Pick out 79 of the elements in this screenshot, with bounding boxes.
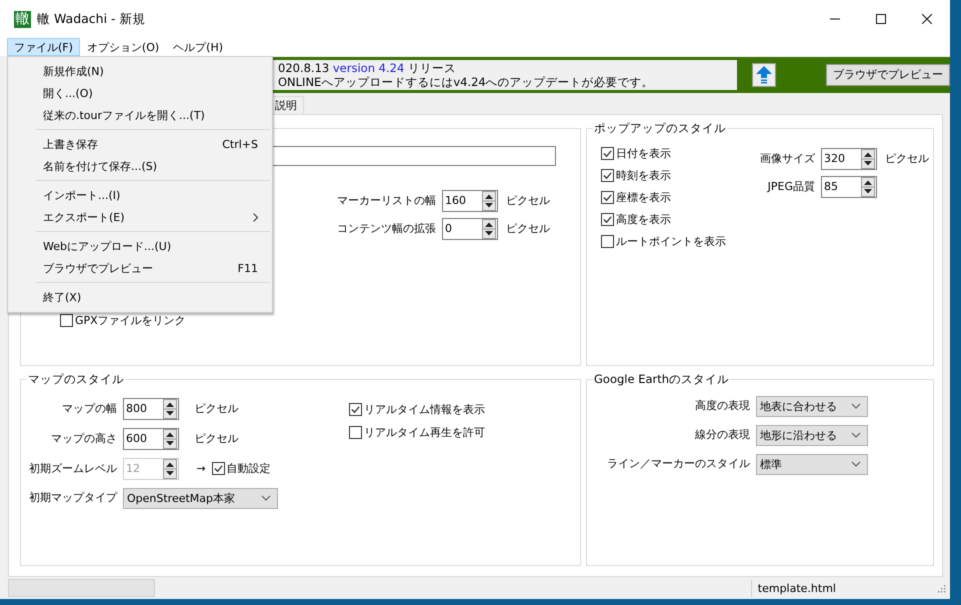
- menu-item[interactable]: 上書き保存 Ctrl+S: [8, 133, 272, 155]
- app-icon: 轍: [14, 10, 31, 28]
- spin-field[interactable]: 320: [821, 148, 877, 170]
- checkbox-label[interactable]: ルートポイントを表示: [616, 234, 726, 249]
- field-label: コンテンツ幅の拡張: [337, 220, 436, 237]
- status-text: template.html: [750, 580, 936, 597]
- spin-field[interactable]: 800: [123, 398, 179, 420]
- upload-button[interactable]: [752, 63, 776, 87]
- spin-arrows-icon[interactable]: [482, 218, 496, 239]
- checkbox-label[interactable]: リアルタイム再生を許可: [364, 424, 485, 440]
- checkbox[interactable]: [601, 146, 614, 160]
- spin-field[interactable]: 0: [442, 218, 498, 240]
- group-title: ポップアップのスタイル: [593, 120, 727, 136]
- menu-item[interactable]: 終了(X): [8, 286, 272, 308]
- group-title: マップのスタイル: [27, 372, 125, 387]
- menu-item[interactable]: オプション(O): [80, 38, 166, 56]
- menu-item[interactable]: ブラウザでプレビュー F11: [8, 257, 272, 279]
- spin-arrows-icon[interactable]: [163, 428, 177, 449]
- up-arrow-icon: [756, 66, 772, 84]
- chevron-down-icon: [851, 403, 861, 410]
- spin-arrows-icon[interactable]: [163, 398, 177, 419]
- arrow-glyph: →: [196, 462, 206, 476]
- resize-grip-icon[interactable]: [936, 583, 946, 594]
- field-label: 高度の表現: [695, 398, 750, 414]
- checkbox[interactable]: [601, 212, 614, 226]
- checkbox[interactable]: [601, 234, 614, 248]
- checkbox-label[interactable]: 日付を表示: [616, 146, 671, 161]
- unit-label: ピクセル: [194, 401, 238, 416]
- menu-item[interactable]: Webにアップロード...(U): [8, 235, 272, 257]
- window-title: 轍 Wadachi - 新規: [37, 10, 146, 28]
- release-notice: 020.8.13 version 4.24 リリース: [278, 61, 457, 75]
- checkbox-label[interactable]: GPXファイルをリンク: [75, 312, 186, 328]
- checkbox-label[interactable]: 座標を表示: [616, 190, 671, 205]
- checkbox[interactable]: [601, 168, 614, 182]
- unit-label: ピクセル: [194, 431, 238, 446]
- field-label: ライン／マーカーのスタイル: [607, 456, 750, 472]
- spin-field[interactable]: 600: [123, 428, 179, 450]
- maximize-icon: [876, 14, 886, 24]
- chevron-down-icon: [851, 461, 861, 468]
- dropdown[interactable]: 標準: [756, 454, 868, 475]
- checkbox-label[interactable]: 高度を表示: [616, 212, 671, 227]
- preview-button[interactable]: ブラウザでプレビュー: [826, 64, 950, 86]
- menu-item[interactable]: ファイル(F): [7, 38, 80, 56]
- dropdown[interactable]: 地表に合わせる: [756, 396, 868, 417]
- field-label: JPEG品質: [768, 178, 815, 195]
- dropdown[interactable]: OpenStreetMap本家: [123, 488, 278, 509]
- chevron-down-icon: [261, 495, 271, 502]
- checkbox[interactable]: [349, 402, 362, 416]
- field-label: 初期ズームレベル: [29, 460, 117, 477]
- field-label: マップの幅: [62, 400, 117, 417]
- update-notice: ONLINEへアップロードするにはv4.24へのアップデートが必要です。: [278, 75, 655, 89]
- dropdown[interactable]: 地形に沿わせる: [756, 424, 868, 446]
- menu-item[interactable]: 名前を付けて保存...(S): [8, 155, 272, 177]
- unit-label: ピクセル: [885, 151, 929, 166]
- menu-item[interactable]: ヘルプ(H): [166, 38, 230, 56]
- chevron-right-icon: [253, 212, 258, 222]
- checkbox-label[interactable]: リアルタイム情報を表示: [364, 402, 485, 417]
- menu-item[interactable]: 新規作成(N): [8, 60, 272, 82]
- spin-field[interactable]: 85: [821, 176, 877, 198]
- menu-item[interactable]: エクスポート(E): [8, 206, 272, 228]
- checkbox[interactable]: [60, 314, 73, 327]
- field-label: 初期マップタイプ: [29, 490, 117, 506]
- field-label: 線分の表現: [695, 427, 750, 444]
- unit-label: ピクセル: [506, 221, 550, 236]
- spin-arrows-icon[interactable]: [861, 148, 875, 169]
- field-label: 画像サイズ: [760, 150, 815, 167]
- checkbox-label[interactable]: 時刻を表示: [616, 168, 671, 183]
- chevron-down-icon: [851, 432, 861, 438]
- spin-arrows-icon[interactable]: [482, 190, 496, 211]
- unit-label: ピクセル: [506, 193, 550, 208]
- spin-field[interactable]: 160: [442, 190, 498, 212]
- spin-arrows-icon[interactable]: [861, 176, 875, 197]
- group-title: Google Earthのスタイル: [593, 372, 730, 387]
- field-label: マーカーリストの幅: [337, 192, 436, 209]
- menu-item[interactable]: インポート...(I): [8, 184, 272, 206]
- checkbox[interactable]: [601, 190, 614, 204]
- close-icon: [922, 14, 932, 24]
- field-label: マップの高さ: [51, 430, 117, 447]
- checkbox[interactable]: [349, 426, 362, 439]
